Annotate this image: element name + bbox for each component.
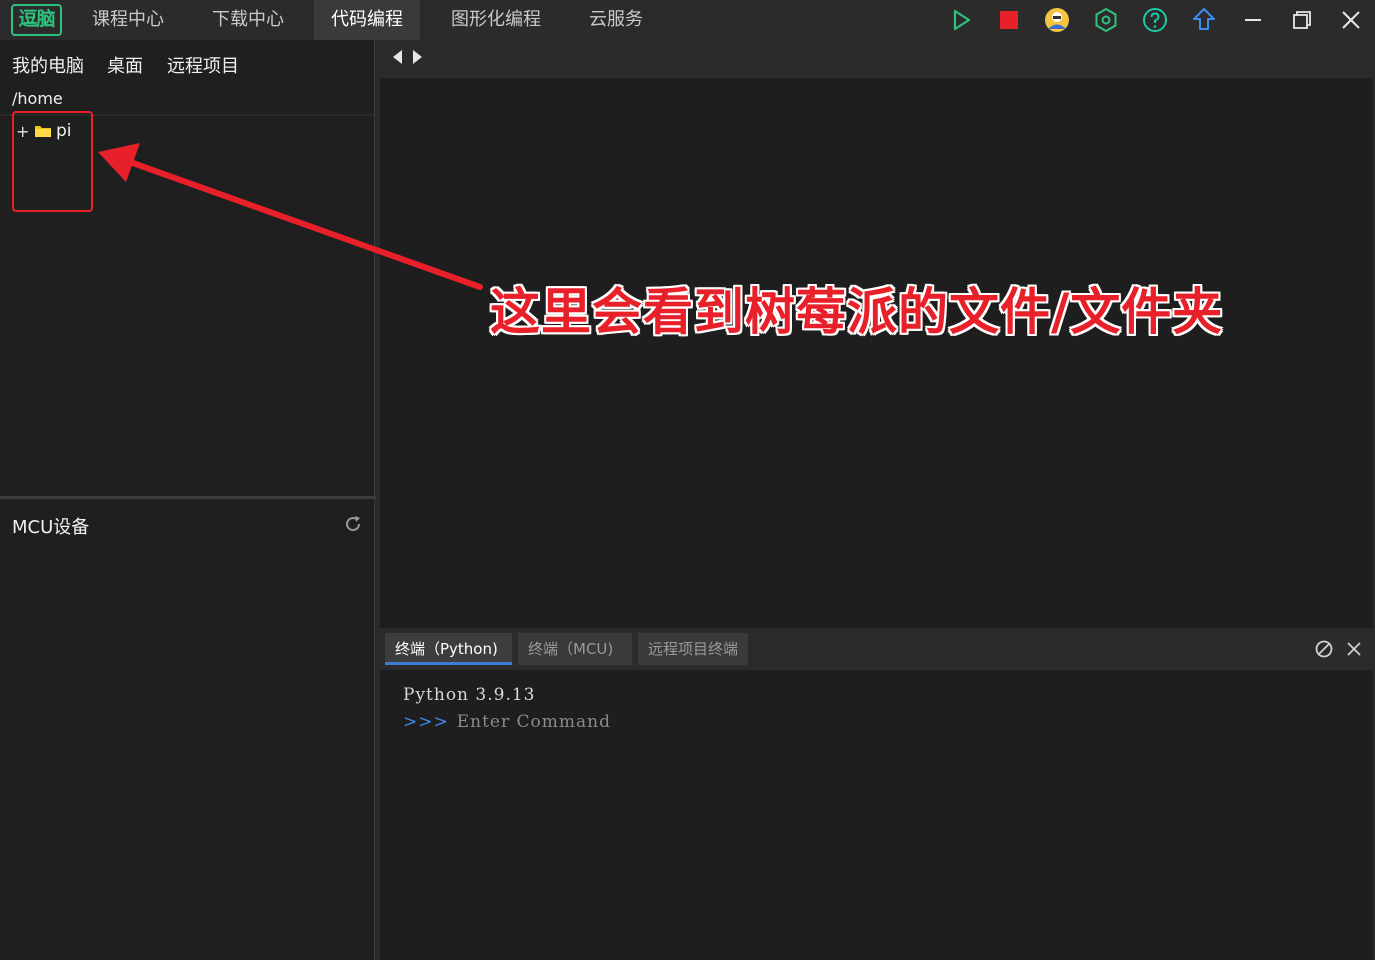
app-logo: 逗脑 [11,4,62,36]
tab-cloud-service[interactable]: 云服务 [574,0,658,40]
code-editor-area[interactable] [380,78,1373,628]
terminal-prompt: >>> [403,712,449,732]
scroll-tabs-right-icon[interactable] [412,48,424,66]
annotation-highlight-box [12,111,93,212]
run-icon[interactable] [946,5,976,35]
stop-icon[interactable] [994,5,1024,35]
close-icon[interactable] [1336,5,1366,35]
help-icon[interactable] [1140,5,1170,35]
mcu-section-title: MCU设备 [12,517,90,538]
terminal-input-line[interactable]: >>> Enter Command [403,712,611,732]
tab-graphical-programming[interactable]: 图形化编程 [438,0,554,40]
user-avatar-icon[interactable] [1042,5,1072,35]
tab-terminal-python[interactable]: 终端（Python) [385,633,512,665]
tab-remote-project-terminal[interactable]: 远程项目终端 [638,633,748,665]
tab-course-center[interactable]: 课程中心 [78,0,178,40]
refresh-icon[interactable] [343,514,363,534]
hex-settings-icon[interactable] [1091,5,1121,35]
terminal-version-line: Python 3.9.13 [403,685,536,705]
location-tab-desktop[interactable]: 桌面 [107,52,143,78]
editor-tab-bar [380,40,1375,78]
tab-code-programming[interactable]: 代码编程 [314,0,420,40]
tab-terminal-mcu[interactable]: 终端（MCU) [518,633,632,665]
clear-terminal-icon[interactable] [1314,639,1334,659]
upload-icon[interactable] [1189,5,1219,35]
minimize-icon[interactable] [1238,5,1268,35]
scroll-tabs-left-icon[interactable] [391,48,403,66]
mcu-section-divider[interactable] [0,496,376,499]
tab-download-center[interactable]: 下载中心 [198,0,298,40]
close-terminal-icon[interactable] [1345,640,1363,658]
restore-icon[interactable] [1287,5,1317,35]
current-path: /home [12,89,63,108]
annotation-label: 这里会看到树莓派的文件/文件夹 [490,283,1224,341]
location-tab-my-computer[interactable]: 我的电脑 [12,52,84,78]
location-tab-remote-project[interactable]: 远程项目 [167,52,239,78]
terminal-input[interactable]: Enter Command [457,712,611,732]
